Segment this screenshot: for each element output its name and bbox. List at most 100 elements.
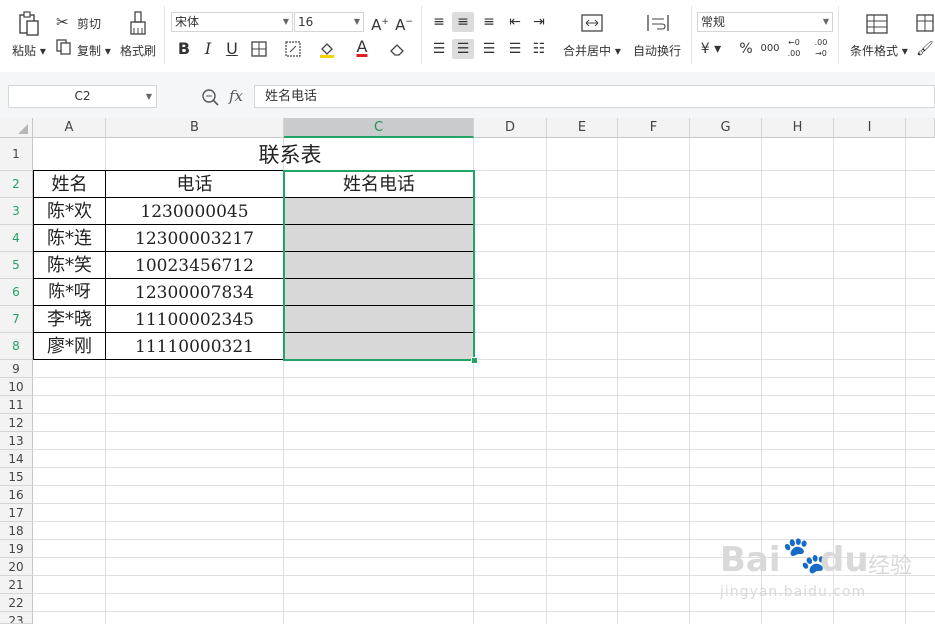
row-header[interactable]: 8 (0, 333, 33, 360)
column-header-c[interactable]: C (284, 118, 474, 138)
decrease-indent-icon[interactable]: ⇤ (504, 12, 526, 32)
fill-pattern-icon[interactable] (282, 39, 304, 59)
copy-button[interactable]: 复制 ▾ (77, 42, 111, 59)
row-header[interactable]: 19 (0, 540, 33, 558)
cell-phone[interactable]: 12300007834 (106, 279, 283, 306)
formula-input[interactable]: 姓名电话 (254, 85, 935, 108)
conditional-format-icon[interactable] (866, 14, 888, 37)
column-header-i[interactable]: I (834, 118, 906, 138)
zoom-icon[interactable] (201, 88, 219, 109)
header-phone[interactable]: 电话 (106, 171, 283, 198)
column-header-d[interactable]: D (474, 118, 547, 138)
paste-icon[interactable] (18, 11, 40, 37)
decrease-decimal-button[interactable]: .00 →0 (809, 37, 833, 58)
currency-button[interactable]: ¥ ▾ (700, 39, 722, 59)
increase-font-button[interactable]: A+ (369, 12, 391, 34)
bold-button[interactable]: B (173, 39, 195, 59)
row-header[interactable]: 14 (0, 450, 33, 468)
merge-center-icon[interactable] (581, 14, 603, 35)
row-header[interactable]: 16 (0, 486, 33, 504)
select-all-corner[interactable] (0, 118, 33, 138)
row-header[interactable]: 6 (0, 279, 33, 306)
row-header[interactable]: 13 (0, 432, 33, 450)
thousands-button[interactable]: 000 (759, 39, 781, 59)
font-size-select[interactable]: 16 ▼ (294, 12, 364, 32)
table-style-icon[interactable] (916, 14, 934, 35)
font-name-select[interactable]: 宋体 ▼ (171, 12, 293, 32)
row-header[interactable]: 21 (0, 576, 33, 594)
row-header[interactable]: 5 (0, 252, 33, 279)
column-header-e[interactable]: E (547, 118, 618, 138)
fill-handle[interactable] (471, 357, 478, 364)
row-header[interactable]: 23 (0, 612, 33, 624)
paste-button[interactable]: 粘贴 ▾ (12, 42, 46, 59)
increase-indent-icon[interactable]: ⇥ (528, 12, 550, 32)
increase-decimal-button[interactable]: ←0 .00 (782, 37, 806, 58)
format-painter-button[interactable]: 格式刷 (120, 42, 156, 59)
cell-phone[interactable]: 12300003217 (106, 225, 283, 252)
gridline (33, 467, 935, 468)
row-header[interactable]: 2 (0, 171, 33, 198)
cell-name[interactable]: 廖*刚 (34, 333, 105, 360)
cell-name[interactable]: 陈*笑 (34, 252, 105, 279)
fill-color-icon[interactable] (316, 39, 338, 59)
borders-icon[interactable] (248, 39, 270, 59)
format-painter-icon[interactable] (129, 11, 147, 40)
name-box[interactable]: C2 ▼ (8, 85, 157, 108)
cell-phone[interactable]: 10023456712 (106, 252, 283, 279)
conditional-format-button[interactable]: 条件格式 ▾ (850, 42, 908, 59)
align-center-icon[interactable]: ☰ (452, 39, 474, 59)
row-header[interactable]: 17 (0, 504, 33, 522)
row-header[interactable]: 10 (0, 378, 33, 396)
gridline (33, 377, 935, 378)
distribute-icon[interactable]: ☷ (528, 39, 550, 59)
font-color-button[interactable]: A (351, 37, 373, 57)
italic-button[interactable]: I (197, 39, 219, 59)
justify-icon[interactable]: ☰ (504, 39, 526, 59)
column-header-b[interactable]: B (106, 118, 284, 138)
copy-icon[interactable] (56, 39, 72, 58)
cell-name[interactable]: 陈*呀 (34, 279, 105, 306)
column-header-j[interactable] (906, 118, 935, 138)
cell-phone[interactable]: 11110000321 (106, 333, 283, 360)
row-header[interactable]: 15 (0, 468, 33, 486)
row-header[interactable]: 11 (0, 396, 33, 414)
row-header[interactable]: 7 (0, 306, 33, 333)
column-header-a[interactable]: A (33, 118, 106, 138)
scissors-icon[interactable]: ✂ (56, 13, 69, 31)
align-right-icon[interactable]: ☰ (478, 39, 500, 59)
fx-icon[interactable]: fx (229, 87, 243, 105)
align-left-icon[interactable]: ☰ (428, 39, 450, 59)
cell-phone[interactable]: 11100002345 (106, 306, 283, 333)
wrap-text-icon[interactable] (647, 14, 669, 35)
wrap-text-button[interactable]: 自动换行 (633, 42, 681, 59)
column-header-g[interactable]: G (690, 118, 762, 138)
cell-style-icon[interactable]: 🖌 (916, 41, 934, 57)
cut-button[interactable]: 剪切 (77, 15, 101, 32)
sheet-title[interactable]: 联系表 (106, 138, 474, 171)
percent-button[interactable]: % (735, 39, 757, 59)
column-header-f[interactable]: F (618, 118, 690, 138)
cell-name[interactable]: 李*晓 (34, 306, 105, 333)
header-name[interactable]: 姓名 (34, 171, 105, 198)
number-format-select[interactable]: 常规 ▼ (697, 12, 833, 32)
underline-button[interactable]: U (221, 39, 243, 59)
align-top-icon[interactable]: ≡ (428, 12, 450, 32)
row-header[interactable]: 20 (0, 558, 33, 576)
row-header[interactable]: 22 (0, 594, 33, 612)
cell-name[interactable]: 陈*连 (34, 225, 105, 252)
clear-format-icon[interactable] (386, 39, 408, 59)
row-header[interactable]: 18 (0, 522, 33, 540)
align-bottom-icon[interactable]: ≡ (478, 12, 500, 32)
align-middle-icon[interactable]: ≡ (452, 12, 474, 32)
row-header[interactable]: 3 (0, 198, 33, 225)
column-header-h[interactable]: H (762, 118, 834, 138)
cell-name[interactable]: 陈*欢 (34, 198, 105, 225)
row-header[interactable]: 4 (0, 225, 33, 252)
merge-center-button[interactable]: 合并居中 ▾ (563, 42, 621, 59)
cell-phone[interactable]: 1230000045 (106, 198, 283, 225)
row-header[interactable]: 1 (0, 138, 33, 171)
row-header[interactable]: 9 (0, 360, 33, 378)
decrease-font-button[interactable]: A− (393, 12, 415, 34)
row-header[interactable]: 12 (0, 414, 33, 432)
